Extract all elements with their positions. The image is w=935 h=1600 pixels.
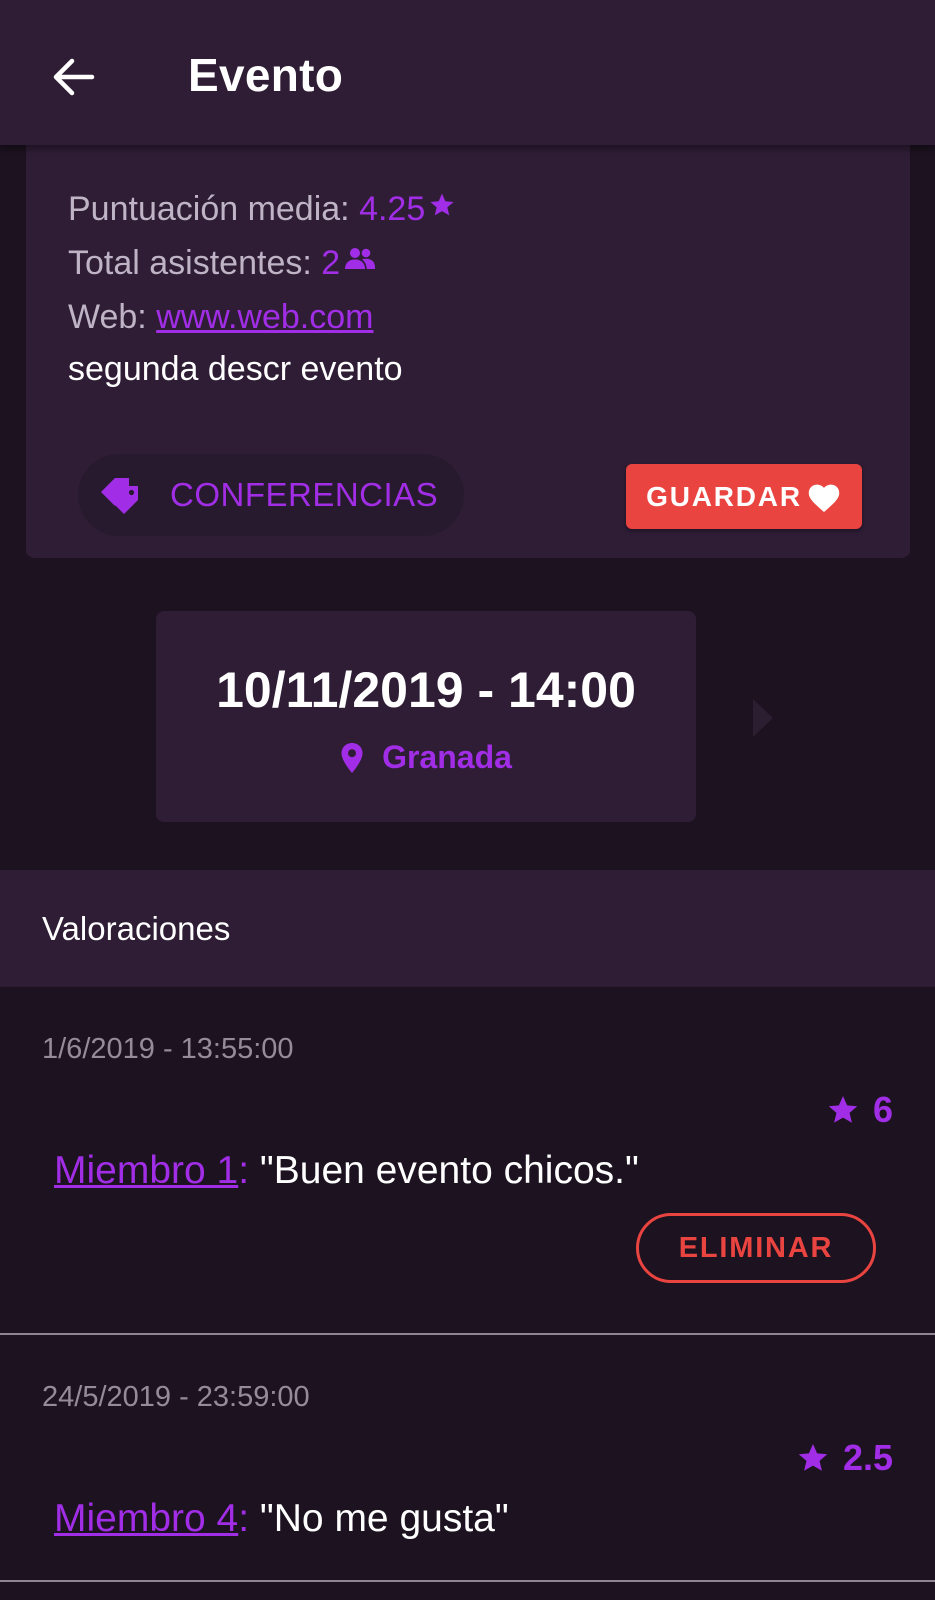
tags-icon (101, 478, 138, 514)
location-label: Granada (382, 739, 512, 775)
member-link[interactable]: Miembro 1 (54, 1149, 238, 1192)
reviews-title: Valoraciones (42, 910, 231, 947)
member-colon: : (238, 1497, 250, 1540)
star-icon (828, 1096, 858, 1123)
rating-row: Puntuación media: 4.25 (68, 190, 455, 229)
review-date: 24/5/2019 - 23:59:00 (42, 1381, 310, 1413)
delete-label: ELIMINAR (678, 1231, 834, 1264)
review-item: 24/5/2019 - 23:59:00 2.5 Miembro 4: "No … (0, 1335, 935, 1582)
attendees-label: Total asistentes: (68, 244, 322, 282)
review-rating-value: 6 (872, 1089, 893, 1130)
rating-label: Puntuación media: (68, 190, 360, 228)
member-link[interactable]: Miembro 4 (54, 1497, 238, 1540)
app-bar: Evento (0, 0, 935, 145)
star-icon (798, 1444, 828, 1471)
star-icon (430, 193, 454, 216)
rating-value: 4.25 (359, 190, 426, 228)
heart-icon (808, 484, 840, 512)
category-chip[interactable]: CONFERENCIAS (78, 454, 464, 536)
review-date: 1/6/2019 - 13:55:00 (42, 1033, 294, 1065)
member-colon: : (238, 1149, 250, 1192)
delete-review-button[interactable]: ELIMINAR (636, 1213, 876, 1283)
review-rating-value: 2.5 (842, 1437, 893, 1478)
arrow-left-icon (53, 58, 95, 96)
category-label: CONFERENCIAS (170, 476, 439, 513)
map-pin-icon (341, 742, 363, 773)
back-button[interactable] (40, 44, 106, 110)
review-comment: "No me gusta" (249, 1497, 509, 1540)
web-label: Web: (68, 298, 157, 336)
review-rating: 6 (827, 1089, 893, 1131)
page-title: Evento (188, 49, 344, 101)
attendees-row: Total asistentes: 2 (68, 244, 376, 283)
event-info-card: Puntuación media: 4.25 Total asistentes:… (26, 120, 910, 558)
attendees-value: 2 (321, 244, 341, 282)
review-rating: 2.5 (797, 1437, 893, 1479)
event-datetime: 10/11/2019 - 14:00 (216, 662, 636, 718)
event-description: segunda descr evento (68, 350, 403, 388)
review-comment: "Buen evento chicos." (249, 1149, 639, 1192)
review-comment-row: Miembro 4: "No me gusta" (54, 1497, 509, 1541)
web-link[interactable]: www.web.com (156, 298, 373, 336)
web-row: Web: www.web.com (68, 298, 373, 337)
review-comment-row: Miembro 1: "Buen evento chicos." (54, 1149, 639, 1193)
schedule-card[interactable]: 10/11/2019 - 14:00 Granada (156, 611, 696, 822)
location-row: Granada (156, 739, 696, 776)
people-icon (345, 248, 376, 270)
review-item: 1/6/2019 - 13:55:00 6 Miembro 1: "Buen e… (0, 987, 935, 1335)
save-label: GUARDAR (646, 480, 802, 512)
save-button[interactable]: GUARDAR (626, 464, 862, 529)
chevron-right-icon[interactable] (752, 698, 774, 738)
reviews-header: Valoraciones (0, 870, 935, 987)
